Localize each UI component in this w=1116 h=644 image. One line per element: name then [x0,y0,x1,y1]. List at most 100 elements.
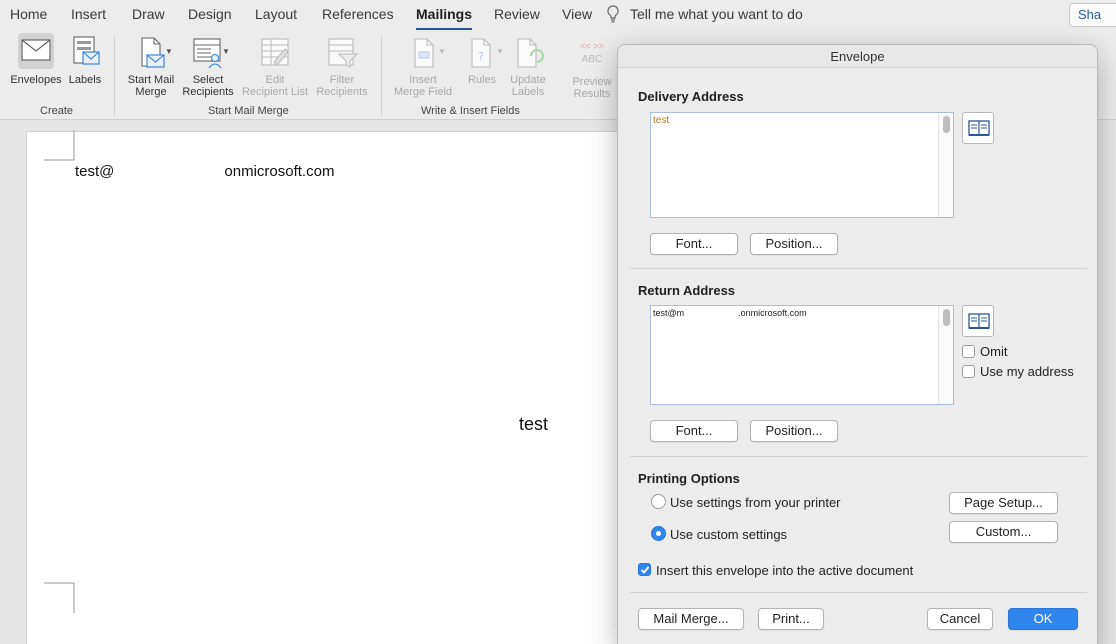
preview-results-button[interactable]: << >> ABC Preview Results [568,40,616,100]
return-position-button[interactable]: Position... [750,420,838,442]
custom-settings-radio[interactable] [651,526,666,541]
scrollbar-thumb[interactable] [943,309,950,326]
tab-view[interactable]: View [562,6,592,22]
dialog-title: Envelope [618,45,1097,68]
filter-recipients-button[interactable]: Filter Recipients [314,36,370,98]
chevron-down-icon[interactable]: ▼ [222,47,230,56]
insert-envelope-checkbox[interactable] [638,563,651,576]
scrollbar[interactable] [938,113,953,217]
tab-layout[interactable]: Layout [255,6,297,22]
document-page[interactable] [26,131,666,644]
ok-button[interactable]: OK [1008,608,1078,630]
labels-icon [73,36,100,65]
section-divider [630,268,1087,269]
return-address-end: onmicrosoft.com [224,163,335,180]
delivery-address-book-button[interactable] [962,112,994,144]
return-address-value: test@m .onmicrosoft.com [653,308,807,318]
rules-icon: ? [471,38,491,68]
tab-review[interactable]: Review [494,6,540,22]
chevron-down-icon[interactable]: ▼ [496,47,504,56]
insert-merge-field-line2: Merge Field [393,86,453,98]
edit-recipient-list-line2: Recipient List [241,86,309,98]
address-book-icon [968,313,990,329]
address-book-icon [968,120,990,136]
ribbon-tab-bar: Home Insert Draw Design Layout Reference… [0,0,1116,31]
lightbulb-icon [607,5,619,23]
svg-text:?: ? [478,50,484,63]
chevron-down-icon[interactable]: ▼ [165,47,173,56]
printing-options-heading: Printing Options [638,471,740,486]
edit-list-icon [261,38,289,66]
envelope-icon [21,39,51,61]
tell-me-label: Tell me what you want to do [630,6,803,22]
chevron-down-icon[interactable]: ▼ [438,47,446,56]
section-divider [630,592,1087,593]
labels-label: Labels [68,74,102,86]
update-labels-line2: Labels [511,86,545,98]
start-mail-merge-line2: Merge [135,86,167,98]
insert-merge-field-line1: Insert [409,74,437,86]
envelope-dialog: Envelope Delivery Address test Font... P… [617,44,1098,644]
cancel-button[interactable]: Cancel [927,608,993,630]
return-address-book-button[interactable] [962,305,994,337]
omit-checkbox[interactable] [962,345,975,358]
group-label-write-insert: Write & Insert Fields [421,105,520,117]
crop-mark [44,582,75,613]
rules-button[interactable]: ? Rules [462,36,502,86]
labels-button[interactable]: Labels [66,33,104,86]
tell-me-search[interactable]: Tell me what you want to do [606,5,803,23]
envelopes-button[interactable]: Envelopes [8,33,64,86]
mail-merge-button[interactable]: Mail Merge... [638,608,744,630]
start-mail-merge-button[interactable]: Start Mail Merge [122,36,180,98]
tab-references[interactable]: References [322,6,394,22]
tab-home[interactable]: Home [10,6,47,22]
tab-draw[interactable]: Draw [132,6,165,22]
return-address-start: test@ [75,163,115,180]
recipients-list-icon [193,38,222,69]
update-labels-button[interactable]: Update Labels [506,36,550,98]
preview-abc: ABC [581,54,603,65]
document-return-address: test@ onmicrosoft.com [75,163,334,180]
tab-insert[interactable]: Insert [71,6,106,22]
filter-icon [328,38,359,68]
ribbon-separator [114,36,115,116]
delivery-address-heading: Delivery Address [638,89,744,104]
use-my-address-checkbox[interactable] [962,365,975,378]
custom-settings-label: Use custom settings [670,527,788,542]
tab-mailings[interactable]: Mailings [416,6,473,31]
page-setup-button[interactable]: Page Setup... [949,492,1058,514]
printer-settings-radio[interactable] [651,494,666,509]
custom-button[interactable]: Custom... [949,521,1058,543]
delivery-font-button[interactable]: Font... [650,233,738,255]
rules-label: Rules [467,74,497,86]
return-address-value-end: .onmicrosoft.com [738,308,807,318]
refresh-icon [517,38,544,68]
document-delivery-address: test [519,414,549,434]
select-recipients-line2: Recipients [182,86,234,98]
select-recipients-button[interactable]: Select Recipients [180,36,236,98]
ribbon-separator [381,36,382,116]
share-button[interactable]: Sha [1069,3,1116,27]
preview-arrows-icon: << >> [580,41,604,51]
use-my-address-label: Use my address [980,364,1074,379]
update-labels-line1: Update [510,74,546,86]
tab-design[interactable]: Design [188,6,232,22]
insert-envelope-label: Insert this envelope into the active doc… [656,563,914,578]
delivery-position-button[interactable]: Position... [750,233,838,255]
delivery-address-input[interactable]: test [650,112,954,218]
insert-field-icon [414,38,434,68]
crop-mark [44,130,75,161]
return-address-input[interactable]: test@m .onmicrosoft.com [650,305,954,405]
section-divider [630,456,1087,457]
select-recipients-line1: Select [192,74,224,86]
return-address-heading: Return Address [638,283,736,298]
print-button[interactable]: Print... [758,608,824,630]
edit-recipient-list-line1: Edit [265,74,285,86]
return-font-button[interactable]: Font... [650,420,738,442]
edit-recipient-list-button[interactable]: Edit Recipient List [240,36,310,98]
insert-merge-field-button[interactable]: Insert Merge Field [390,36,456,98]
preview-results-line2: Results [573,88,611,100]
scrollbar[interactable] [938,306,953,404]
scrollbar-thumb[interactable] [943,116,950,133]
envelopes-label: Envelopes [10,74,62,86]
